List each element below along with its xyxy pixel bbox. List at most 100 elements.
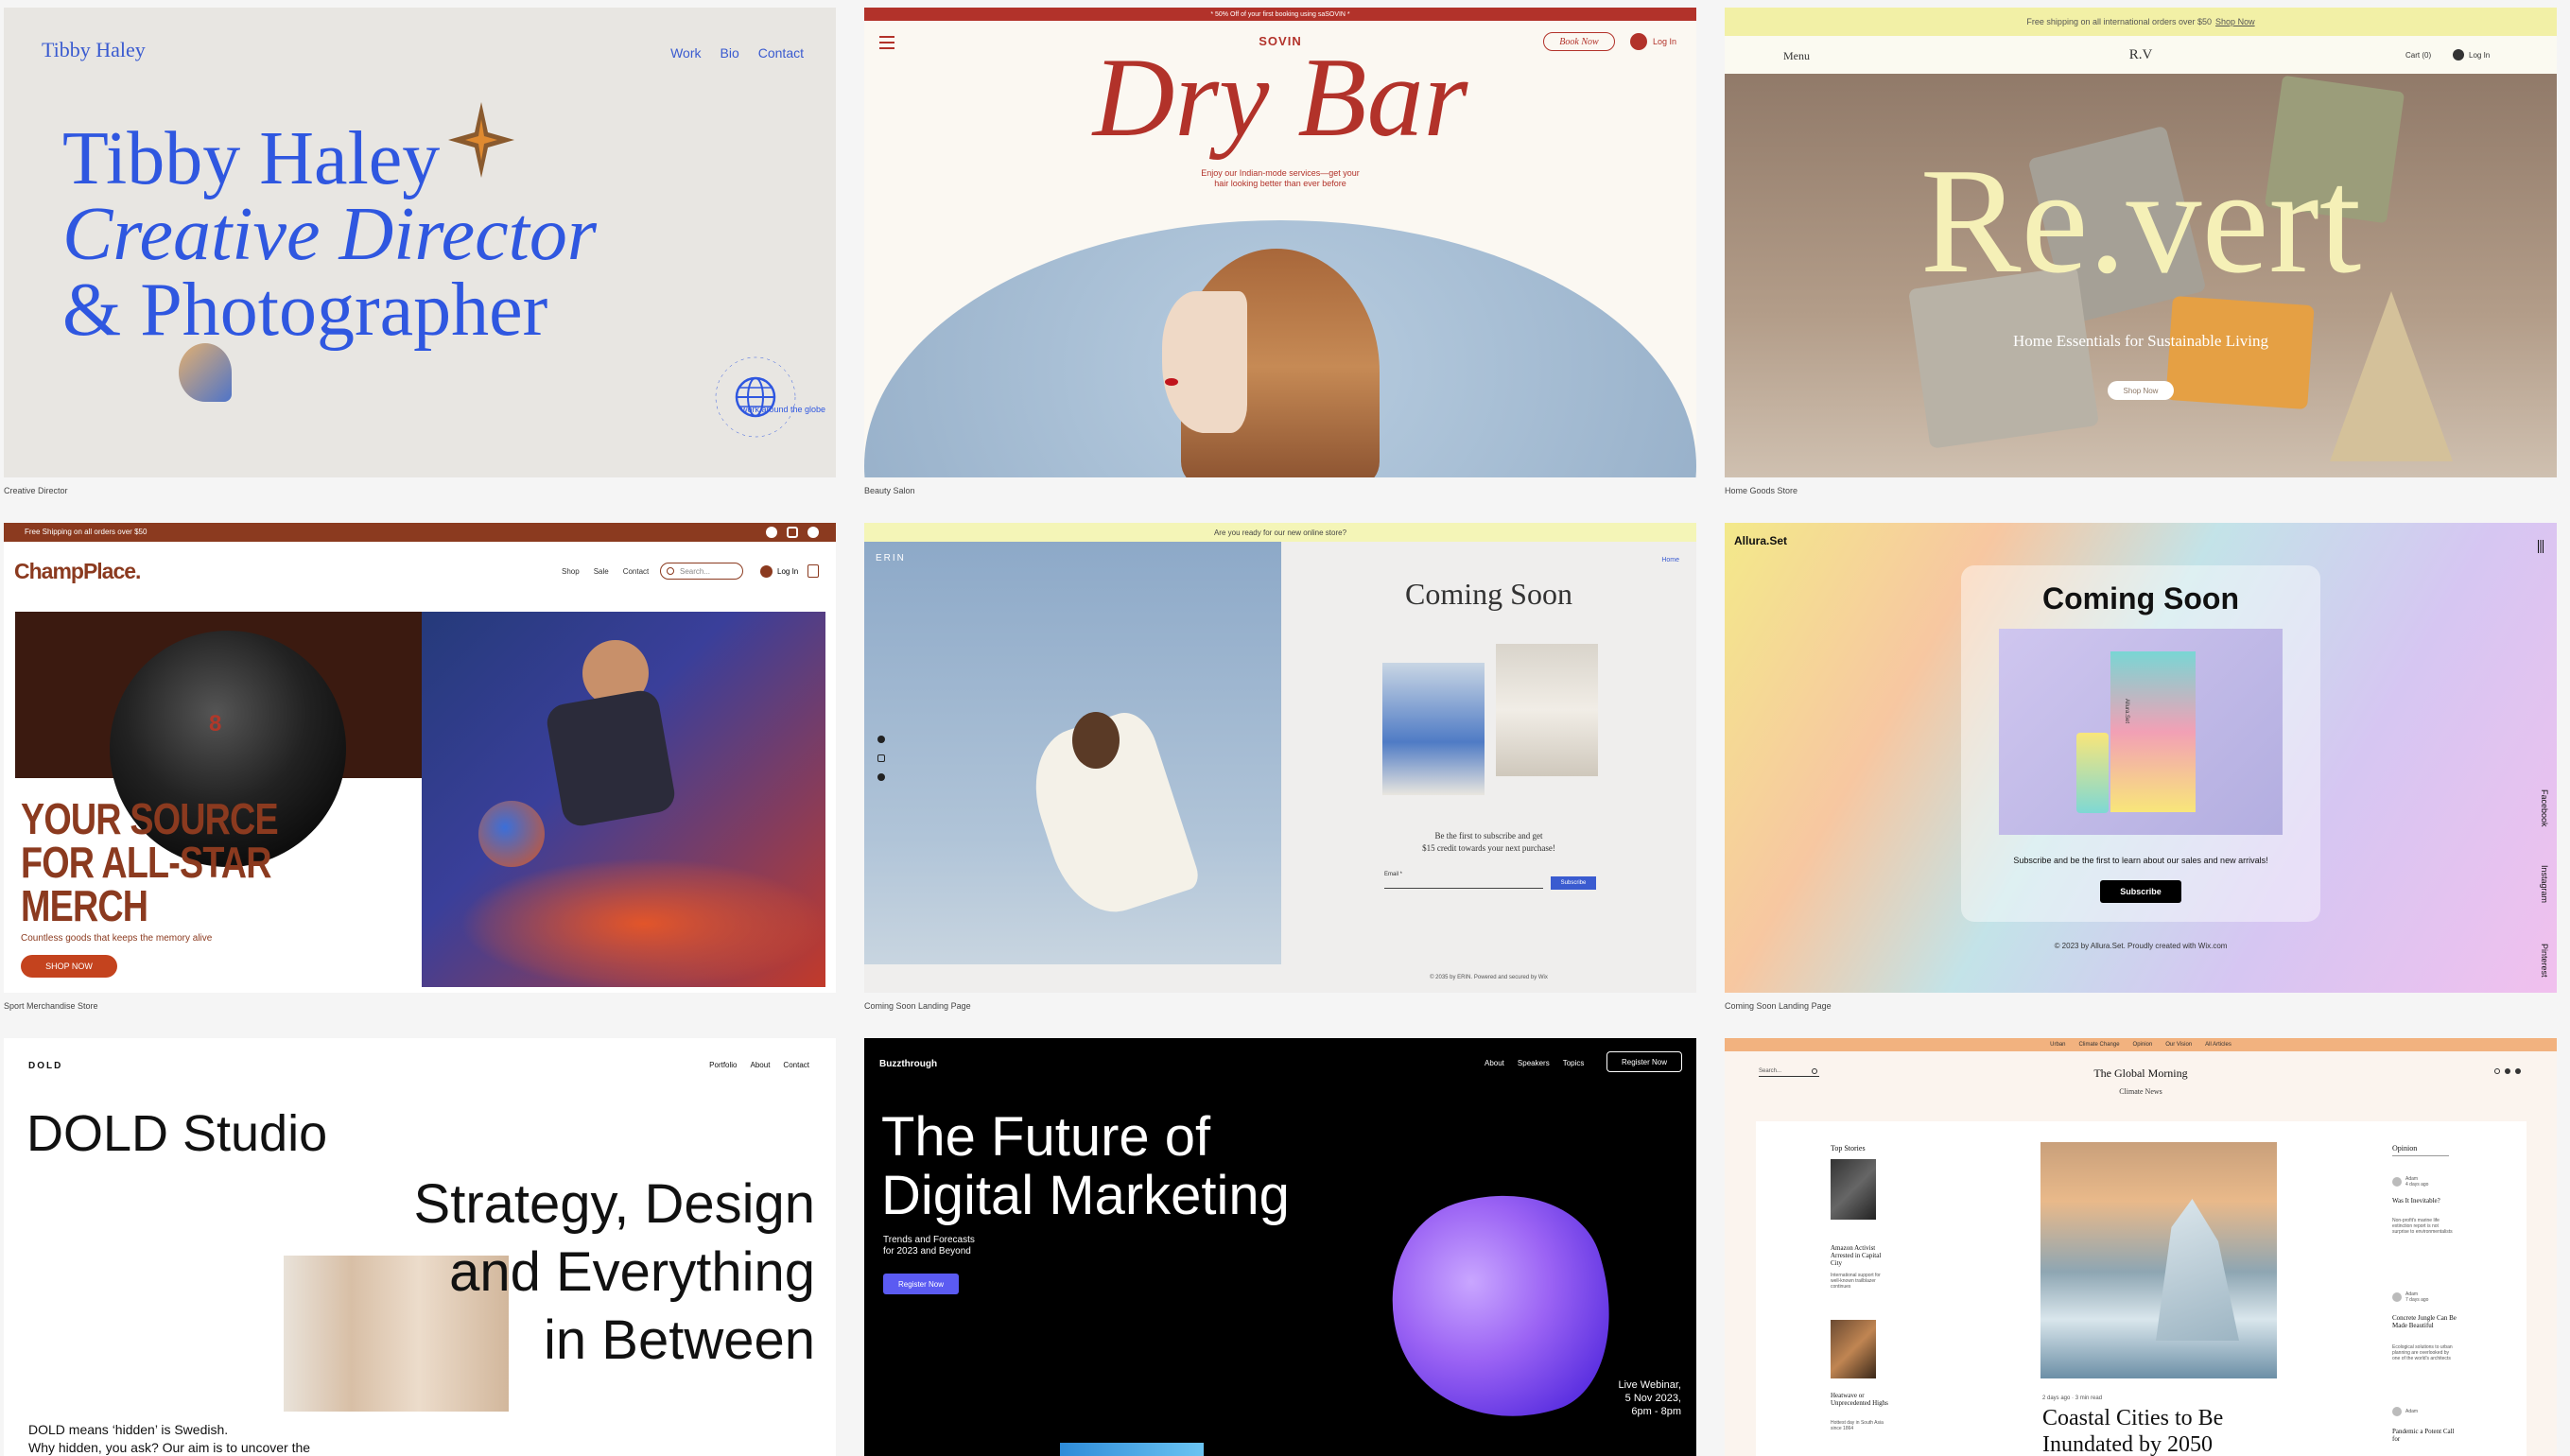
social-instagram[interactable]: Instagram bbox=[2540, 865, 2549, 903]
story-1-title[interactable]: Amazon Activist Arrested in Capital City bbox=[1831, 1244, 1889, 1267]
template-card-news[interactable]: Urban Climate Change Opinion Our Vision … bbox=[1725, 1038, 2557, 1456]
event-line-1: Live Webinar, bbox=[1618, 1379, 1681, 1391]
template-card-creative-director[interactable]: Tibby Haley Work Bio Contact Tibby Haley… bbox=[4, 8, 836, 477]
nav-contact[interactable]: Contact bbox=[783, 1061, 809, 1069]
topic-all-articles[interactable]: All Articles bbox=[2205, 1042, 2231, 1048]
globe-badge[interactable] bbox=[708, 350, 803, 444]
email-field[interactable] bbox=[1384, 888, 1543, 889]
story-2-text: Hottest day in South Asia since 1864 bbox=[1831, 1420, 1884, 1431]
shop-now-button[interactable]: SHOP NOW bbox=[21, 955, 117, 978]
template-card-beauty-salon[interactable]: * 50% Off of your first booking using sa… bbox=[864, 8, 1696, 477]
story-2-title[interactable]: Heatwave or Unprecedented Highs bbox=[1831, 1392, 1889, 1407]
register-top-button[interactable]: Register Now bbox=[1606, 1051, 1682, 1072]
promo-bar: Are you ready for our new online store? bbox=[864, 523, 1696, 542]
site-logo[interactable]: Allura.Set bbox=[1734, 534, 1787, 547]
tagline-line-3: in Between bbox=[544, 1309, 815, 1371]
caption-card-4: Sport Merchandise Store bbox=[4, 1001, 98, 1011]
main-story-title[interactable]: Coastal Cities to Be Inundated by 2050 bbox=[2042, 1405, 2223, 1456]
main-story-image[interactable] bbox=[2040, 1142, 2277, 1378]
template-card-coming-soon-allura[interactable]: Allura.Set Coming Soon Allura.Set Subscr… bbox=[1725, 523, 2557, 993]
product-tube bbox=[2076, 733, 2109, 813]
instagram-icon[interactable] bbox=[787, 527, 798, 538]
social-icons bbox=[766, 527, 819, 538]
social-icons bbox=[2494, 1068, 2521, 1074]
promo-bar: Free shipping on all international order… bbox=[1725, 8, 2557, 36]
social-icons bbox=[877, 736, 885, 781]
promo-link[interactable]: Shop Now bbox=[2215, 17, 2255, 26]
social-pinterest[interactable]: Pinterest bbox=[2540, 944, 2549, 978]
site-logo[interactable]: R.V bbox=[1725, 47, 2557, 63]
pinterest-icon[interactable] bbox=[877, 773, 885, 781]
nav-about[interactable]: About bbox=[751, 1061, 771, 1069]
login-link[interactable]: Log In bbox=[2453, 49, 2490, 61]
cart-link[interactable]: Cart (0) bbox=[2405, 51, 2431, 60]
twitter-icon[interactable] bbox=[2515, 1068, 2521, 1074]
opinion-2-title[interactable]: Concrete Jungle Can Be Made Beautiful bbox=[2392, 1314, 2458, 1329]
template-gallery: Tibby Haley Work Bio Contact Tibby Haley… bbox=[0, 0, 2570, 1456]
nav-portfolio[interactable]: Portfolio bbox=[709, 1061, 737, 1069]
title-line-1: The Future of bbox=[881, 1106, 1211, 1168]
opinion-3-title[interactable]: Pandemic a Potent Call for bbox=[2392, 1428, 2458, 1443]
nav-shop[interactable]: Shop bbox=[562, 567, 580, 576]
login-link[interactable]: Log In bbox=[760, 565, 798, 578]
facebook-icon[interactable] bbox=[2505, 1068, 2510, 1074]
subscribe-button[interactable]: Subscribe bbox=[1551, 876, 1596, 890]
brand-name[interactable]: ERIN bbox=[876, 553, 906, 563]
subtitle-line-1: Enjoy our Indian-mode services—get your bbox=[1201, 168, 1360, 178]
hero-ball-panel: 8 bbox=[15, 612, 422, 867]
badge-text: work around the globe bbox=[741, 405, 826, 414]
story-2-image[interactable] bbox=[1831, 1320, 1876, 1378]
opinion-1-byline: Adam 4 days ago bbox=[2392, 1176, 2428, 1187]
opinion-divider bbox=[2392, 1155, 2449, 1156]
product-photo-1 bbox=[1382, 663, 1485, 795]
nav-about[interactable]: About bbox=[1485, 1059, 1504, 1067]
user-icon bbox=[760, 565, 773, 578]
nav-bio[interactable]: Bio bbox=[721, 45, 739, 61]
main-title-line-1: Coastal Cities to Be bbox=[2042, 1406, 2224, 1430]
site-logo[interactable]: Buzzthrough bbox=[879, 1059, 937, 1069]
instagram-icon[interactable] bbox=[877, 754, 885, 762]
template-card-sport-merch[interactable]: Free Shipping on all orders over $50 Cha… bbox=[4, 523, 836, 993]
facebook-icon[interactable] bbox=[807, 527, 819, 538]
story-1-text: International support for well-known tra… bbox=[1831, 1273, 1881, 1290]
nav-sale[interactable]: Sale bbox=[594, 567, 609, 576]
box-label: Allura.Set bbox=[2124, 698, 2130, 724]
site-logo[interactable]: ChampPlace. bbox=[14, 559, 141, 584]
site-logo[interactable]: Tibby Haley bbox=[42, 38, 146, 62]
topic-urban[interactable]: Urban bbox=[2050, 1042, 2065, 1048]
twitter-icon[interactable] bbox=[766, 527, 777, 538]
subscribe-button[interactable]: Subscribe bbox=[2100, 880, 2181, 903]
headline-line-2: Creative Director bbox=[62, 193, 598, 276]
nav-speakers[interactable]: Speakers bbox=[1518, 1059, 1550, 1067]
topic-nav: Urban Climate Change Opinion Our Vision … bbox=[1725, 1038, 2557, 1051]
menu-icon[interactable] bbox=[2538, 540, 2544, 553]
site-logo[interactable]: DOLD bbox=[28, 1061, 62, 1071]
template-card-dold-studio[interactable]: DOLD Portfolio About Contact DOLD Studio… bbox=[4, 1038, 836, 1456]
hero-title: Coming Soon bbox=[2042, 581, 2239, 615]
social-facebook[interactable]: Facebook bbox=[2540, 789, 2549, 827]
register-button[interactable]: Register Now bbox=[883, 1274, 959, 1294]
login-label: Log In bbox=[777, 567, 799, 576]
instagram-icon[interactable] bbox=[2494, 1068, 2500, 1074]
shop-now-button[interactable]: Shop Now bbox=[2108, 381, 2174, 400]
nav-home[interactable]: Home bbox=[1661, 557, 1679, 563]
product-boxes: Allura.Set bbox=[2110, 651, 2196, 812]
cart-icon[interactable] bbox=[807, 564, 819, 578]
topic-our-vision[interactable]: Our Vision bbox=[2165, 1042, 2192, 1048]
soap-orange bbox=[2165, 295, 2315, 410]
nav-contact[interactable]: Contact bbox=[623, 567, 650, 576]
footer-text: © 2023 by Allura.Set. Proudly created wi… bbox=[2054, 942, 2228, 950]
opinion-1-title[interactable]: Was It Inevitable? bbox=[2392, 1197, 2458, 1205]
nav-contact[interactable]: Contact bbox=[758, 45, 804, 61]
intro-line-1: DOLD means ‘hidden’ is Swedish. bbox=[28, 1422, 229, 1437]
nav-work[interactable]: Work bbox=[670, 45, 701, 61]
nav-topics[interactable]: Topics bbox=[1563, 1059, 1585, 1067]
story-1-image[interactable] bbox=[1831, 1159, 1876, 1220]
facebook-icon[interactable] bbox=[877, 736, 885, 743]
template-card-home-goods[interactable]: Free shipping on all international order… bbox=[1725, 8, 2557, 477]
topic-opinion[interactable]: Opinion bbox=[2133, 1042, 2153, 1048]
site-title[interactable]: The Global Morning bbox=[1725, 1066, 2557, 1081]
template-card-coming-soon-erin[interactable]: Are you ready for our new online store? … bbox=[864, 523, 1696, 993]
template-card-buzzthrough[interactable]: Buzzthrough About Speakers Topics Regist… bbox=[864, 1038, 1696, 1456]
topic-climate-change[interactable]: Climate Change bbox=[2079, 1042, 2120, 1048]
